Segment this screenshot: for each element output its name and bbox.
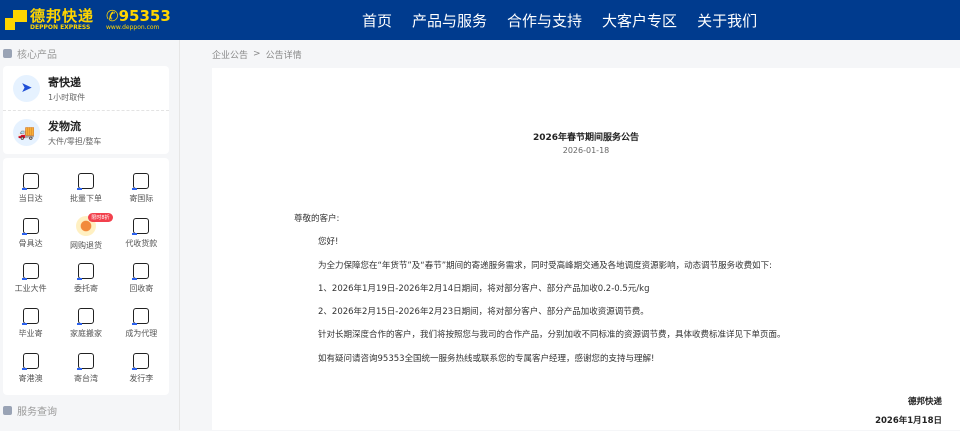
core-products-title: 核心产品 <box>17 49 57 61</box>
hotline: ✆95353 www.deppon.com <box>106 8 171 32</box>
service-label: 寄国际 <box>129 194 154 203</box>
main-content: 企业公告 > 公告详情 2026年春节期间服务公告 2026-01-18 尊敬的… <box>212 40 960 430</box>
service-item[interactable]: 成为代理 <box>114 301 169 346</box>
breadcrumb-announcements[interactable]: 企业公告 <box>212 48 248 61</box>
product-sub: 大件/零担/整车 <box>48 137 102 146</box>
truck-icon: 🚚 <box>13 119 40 146</box>
service-icon <box>76 263 94 280</box>
announcement-body: 尊敬的客户: 您好! 为全力保障您在“年货节”及“春节”期间的寄递服务需求，同时… <box>294 208 786 371</box>
service-item[interactable]: 工业大件 <box>3 256 58 301</box>
service-icon <box>21 308 39 325</box>
announcement-title: 2026年春节期间服务公告 <box>532 133 640 143</box>
service-item[interactable]: 寄港澳 <box>3 346 58 391</box>
breadcrumb: 企业公告 > 公告详情 <box>212 40 960 68</box>
announcement-date: 2026-01-18 <box>562 146 610 155</box>
nav-about[interactable]: 关于我们 <box>697 10 757 31</box>
paragraph: 2、2026年2月15日-2026年2月23日期间，将对部分客户、部分产品加收资… <box>318 307 649 318</box>
service-label: 当日达 <box>18 194 43 203</box>
promo-badge: 限时8折 <box>88 213 113 222</box>
nav-enterprise[interactable]: 大客户专区 <box>602 10 677 31</box>
service-icon <box>76 173 94 190</box>
service-icon <box>21 218 39 235</box>
service-item[interactable]: 毕业寄 <box>3 301 58 346</box>
service-item[interactable]: 家庭搬家 <box>58 301 113 346</box>
product-send-express[interactable]: ➤ 寄快递 1小时取件 <box>3 66 169 110</box>
logo-en: DEPPON EXPRESS <box>30 24 91 31</box>
service-item[interactable]: 批量下单 <box>58 166 113 211</box>
service-item[interactable]: 委托寄 <box>58 256 113 301</box>
breadcrumb-current: 公告详情 <box>265 50 302 61</box>
announcement-panel: 2026年春节期间服务公告 2026-01-18 尊敬的客户: 您好! 为全力保… <box>212 68 960 430</box>
service-item[interactable]: 代收货款 <box>114 211 169 256</box>
star-icon <box>3 48 12 58</box>
search-icon <box>3 405 12 415</box>
product-sub: 1小时取件 <box>48 92 86 102</box>
paragraph: 如有疑问请咨询95353全国统一服务热线或联系您的专属客户经理，感谢您的支持与理… <box>318 353 655 364</box>
service-label: 网购退货 <box>69 241 102 250</box>
service-icon <box>132 218 150 235</box>
service-item[interactable]: 骨具达 <box>3 211 58 256</box>
service-label: 寄港澳 <box>18 374 43 383</box>
service-icon <box>132 308 150 325</box>
service-label: 回收寄 <box>129 284 154 293</box>
products-card: ➤ 寄快递 1小时取件 🚚 发物流大件/零担/整车 <box>3 66 169 154</box>
nav-cooperation[interactable]: 合作与支持 <box>507 10 582 31</box>
service-item[interactable]: 发行李 <box>114 346 169 391</box>
service-item[interactable]: 寄台湾 <box>58 346 113 391</box>
service-label: 寄台湾 <box>73 374 98 383</box>
paragraph: 针对长期深度合作的客户，我们将按照您与我司的合作产品，分别加收不同标准的资源调节… <box>318 330 786 341</box>
service-icon <box>21 263 39 280</box>
service-icon <box>76 308 94 325</box>
signature-block: 德邦快递 2026年1月18日 <box>875 393 942 431</box>
services-grid: 当日达 批量下单 寄国际 骨具达 限时8折 网购退货 代收货款 工业大件 委托寄 回收寄 毕业寄 家庭… <box>3 158 169 395</box>
nav-home[interactable]: 首页 <box>362 10 392 31</box>
service-label: 批量下单 <box>69 194 102 203</box>
service-icon <box>76 353 94 370</box>
service-icon <box>21 173 39 190</box>
service-icon <box>132 263 150 280</box>
service-item[interactable]: 寄国际 <box>114 166 169 211</box>
product-freight[interactable]: 🚚 发物流大件/零担/整车 <box>3 110 169 154</box>
paragraph: 您好! <box>318 237 339 248</box>
product-title: 寄快递 <box>48 75 81 89</box>
service-label: 家庭搬家 <box>69 329 102 338</box>
service-item[interactable]: 限时8折网购退货 <box>58 211 113 256</box>
signature: 德邦快递 <box>907 397 942 407</box>
product-title: 发物流 <box>48 120 81 133</box>
service-label: 毕业寄 <box>18 329 43 338</box>
signature-date: 2026年1月18日 <box>875 416 942 426</box>
paper-plane-icon: ➤ <box>13 74 40 102</box>
service-label: 发行李 <box>129 374 154 383</box>
website: www.deppon.com <box>106 24 160 31</box>
paragraph: 为全力保障您在“年货节”及“春节”期间的寄递服务需求，同时受高峰期交通及各地调度… <box>318 260 772 271</box>
service-label: 骨具达 <box>18 239 43 248</box>
paragraph: 1、2026年1月19日-2026年2月14日期间，将对部分客户、部分产品加收0… <box>318 283 650 294</box>
service-label: 成为代理 <box>125 329 158 338</box>
greeting: 尊敬的客户: <box>294 214 340 224</box>
deppon-logo[interactable]: 德邦快递 DEPPON EXPRESS <box>5 8 94 32</box>
phone-icon: ✆ <box>106 7 119 25</box>
nav-products[interactable]: 产品与服务 <box>412 10 487 31</box>
phone-number: 95353 <box>118 7 171 25</box>
top-header: 德邦快递 DEPPON EXPRESS ✆95353 www.deppon.co… <box>0 0 960 40</box>
logo-cn: 德邦快递 <box>30 7 95 25</box>
service-label: 代收货款 <box>125 239 158 248</box>
service-label: 委托寄 <box>73 284 98 293</box>
service-icon <box>132 173 150 190</box>
service-item[interactable]: 回收寄 <box>114 256 169 301</box>
service-icon <box>132 353 150 370</box>
service-query-title[interactable]: 服务查询 <box>17 403 57 418</box>
main-nav: 首页 产品与服务 合作与支持 大客户专区 关于我们 <box>362 0 757 40</box>
service-item[interactable]: 当日达 <box>3 166 58 211</box>
logo-icon <box>5 10 27 30</box>
breadcrumb-separator: > <box>253 49 261 59</box>
service-icon <box>21 353 39 370</box>
sidebar: 核心产品 ➤ 寄快递 1小时取件 🚚 发物流大件/零担/整车 当日达 批量下单 寄国际… <box>0 40 180 430</box>
service-label: 工业大件 <box>14 284 47 293</box>
